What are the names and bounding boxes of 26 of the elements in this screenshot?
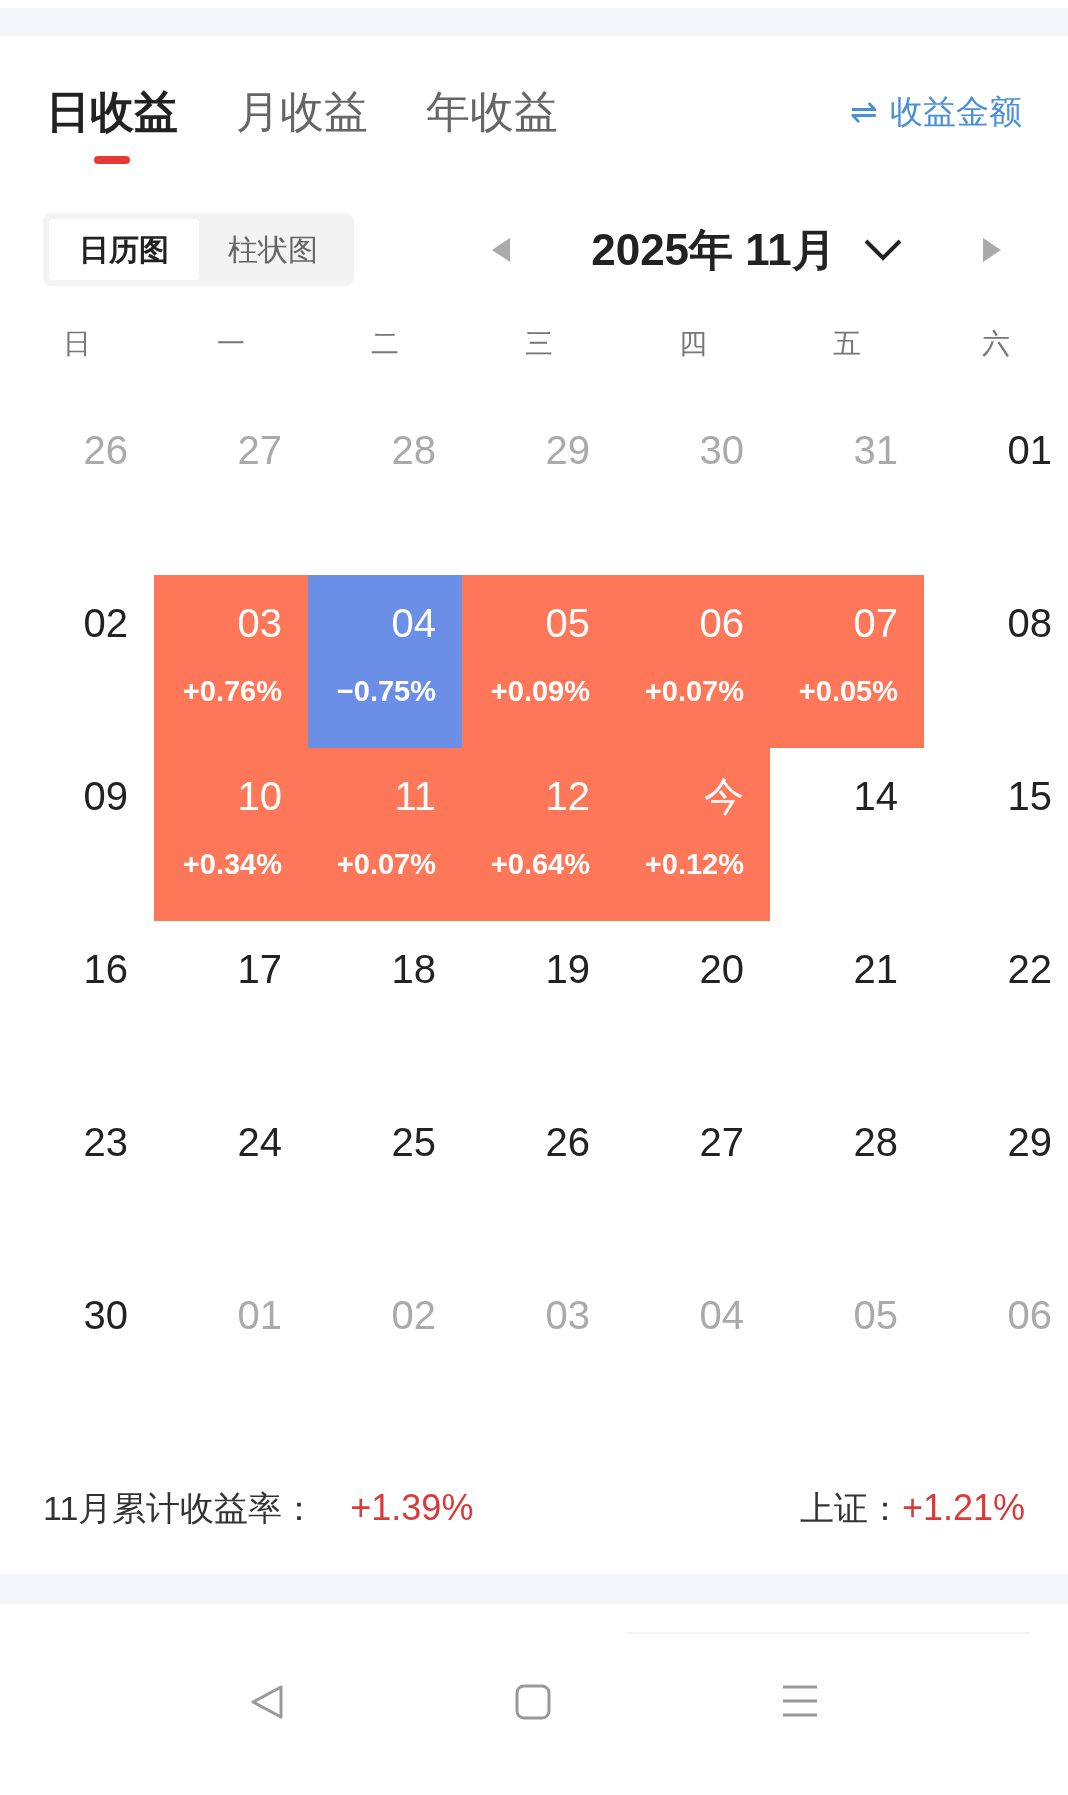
weekday-label: 一 [216,327,246,361]
index-value: +1.21% [901,1486,1025,1530]
tab[interactable]: 月收益 [236,84,368,164]
toggle-link[interactable]: ⇌ 收益金额 [850,84,1022,140]
swap-icon: ⇌ [850,84,878,140]
day-cell[interactable]: 04 −0.75% [308,575,462,748]
view-option[interactable]: 柱状图 [198,219,348,280]
weekday-label: 二 [370,327,400,361]
weekday-label: 五 [832,327,862,361]
next-icon[interactable] [983,237,1001,262]
index-label: 上证： [799,1487,902,1529]
summary-label: 11月累计收益率： [43,1487,317,1529]
weekday-label: 三 [524,327,554,361]
chevron-down-icon[interactable] [863,238,902,261]
summary-value: +1.39% [350,1486,474,1530]
tab[interactable]: 年收益 [426,84,558,164]
weekday-label: 日 [62,327,92,361]
tab[interactable]: 日收益 [46,84,178,164]
previous-icon[interactable] [492,237,510,262]
home-icon[interactable] [515,1684,551,1720]
weekday-label: 六 [981,327,1011,361]
month-title[interactable]: 2025年 11月 [591,216,836,283]
view-option[interactable]: 日历图 [49,219,199,280]
back-icon[interactable] [249,1684,285,1720]
weekday-label: 四 [678,327,708,361]
menu-icon[interactable] [781,1684,819,1718]
